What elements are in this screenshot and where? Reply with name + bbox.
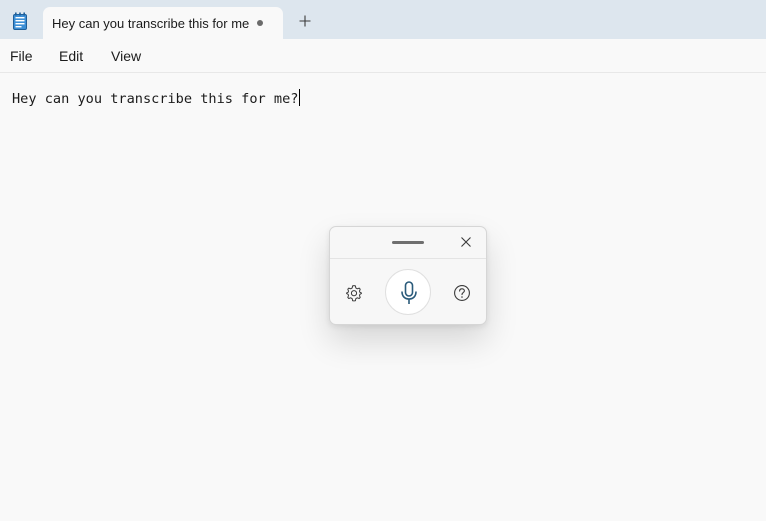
microphone-icon <box>401 281 417 304</box>
menu-view[interactable]: View <box>111 48 141 64</box>
unsaved-indicator-icon[interactable] <box>257 20 263 26</box>
microphone-button[interactable] <box>385 269 431 315</box>
notepad-window: Hey can you transcribe this for me File … <box>0 0 766 521</box>
drag-handle[interactable] <box>392 241 424 244</box>
menu-file[interactable]: File <box>10 48 33 64</box>
tab-title: Hey can you transcribe this for me <box>52 16 250 31</box>
new-tab-plus-icon[interactable] <box>297 13 313 29</box>
close-icon[interactable] <box>458 234 474 250</box>
voice-panel-header <box>330 227 486 259</box>
notepad-app-icon <box>12 12 28 30</box>
text-caret <box>299 89 301 106</box>
voice-typing-panel <box>329 226 487 325</box>
title-bar: Hey can you transcribe this for me <box>0 0 766 39</box>
settings-gear-icon[interactable] <box>345 284 363 302</box>
document-tab[interactable]: Hey can you transcribe this for me <box>43 7 283 39</box>
editor-text: Hey can you transcribe this for me? <box>12 91 299 107</box>
help-question-icon[interactable] <box>453 284 471 302</box>
menu-bar: File Edit View <box>0 39 766 73</box>
menu-edit[interactable]: Edit <box>59 48 83 64</box>
editor-content: Hey can you transcribe this for me? <box>12 89 301 107</box>
